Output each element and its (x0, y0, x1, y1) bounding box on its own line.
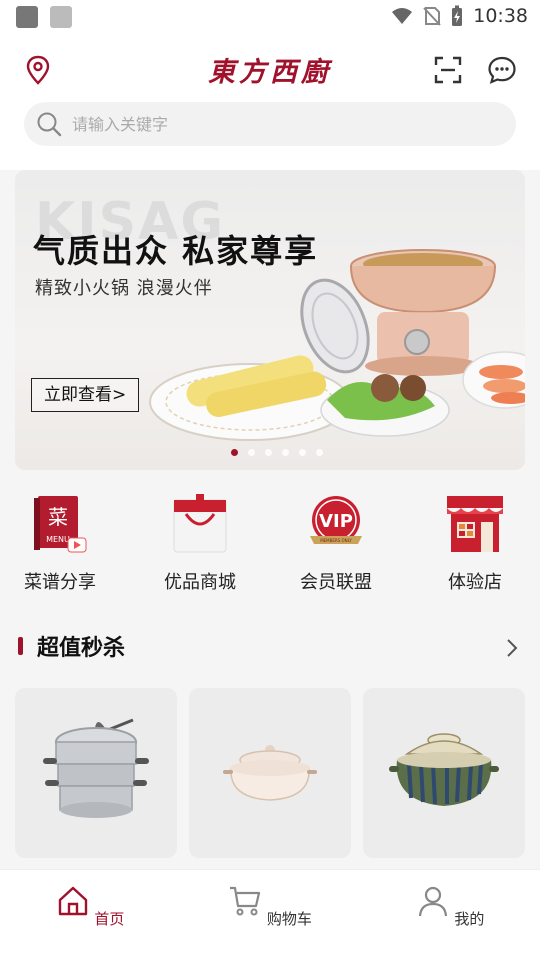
carousel-dot[interactable] (316, 449, 323, 456)
tab-profile[interactable]: 我的 (390, 884, 510, 929)
ceramic-pot-image (223, 745, 317, 801)
product-card[interactable] (189, 688, 351, 858)
category-shortcuts: 菜 MENU 菜谱分享 优品商城 VIP MEMBERS ONLY 会员联盟 体… (0, 470, 540, 610)
promo-banner[interactable]: KISAG 气质出众 私家尊享 精致小火锅 浪漫火伴 立即查看> (15, 170, 525, 470)
store-icon (447, 496, 503, 552)
bottom-tab-bar: 首页 购物车 我的 (0, 870, 540, 960)
vip-badge-icon: VIP MEMBERS ONLY (310, 496, 362, 544)
category-experience-store[interactable]: 体验店 (415, 492, 535, 594)
sd-card-notification-icon (50, 6, 72, 28)
product-card[interactable] (15, 688, 177, 858)
category-label: 会员联盟 (300, 572, 372, 593)
tab-home[interactable]: 首页 (30, 884, 150, 929)
carousel-dot[interactable] (282, 449, 289, 456)
status-bar: 10:38 (0, 0, 540, 36)
home-icon (58, 886, 87, 916)
search-icon (37, 112, 62, 137)
recipe-book-icon: 菜 MENU (34, 496, 87, 553)
tab-label: 首页 (94, 910, 125, 928)
carousel-dot[interactable] (248, 449, 255, 456)
category-label: 菜谱分享 (24, 572, 96, 593)
gallery-notification-icon (16, 6, 38, 28)
search-bar[interactable] (24, 102, 516, 146)
message-icon[interactable] (486, 54, 518, 86)
view-now-button[interactable]: 立即查看> (31, 378, 140, 412)
section-accent-bar (18, 637, 23, 655)
carousel-dot[interactable] (265, 449, 272, 456)
tab-label: 购物车 (266, 910, 312, 928)
category-recipe-share[interactable]: 菜 MENU 菜谱分享 (0, 492, 120, 594)
category-label: 优品商城 (164, 572, 236, 593)
wifi-icon (392, 8, 413, 24)
battery-charging-icon (452, 5, 463, 26)
category-premium-mall[interactable]: 优品商城 (140, 492, 260, 594)
chevron-right-icon[interactable] (504, 636, 520, 660)
svg-text:菜: 菜 (48, 505, 68, 529)
banner-hotpot-image (149, 249, 525, 441)
user-icon (418, 886, 447, 917)
svg-text:MENU: MENU (46, 535, 70, 544)
no-sim-icon (423, 7, 441, 26)
category-label: 体验店 (448, 572, 502, 593)
steamer-pot-image (43, 718, 149, 818)
flash-sale-header: 超值秒杀 (18, 630, 125, 662)
shopping-bag-icon (173, 494, 227, 553)
notification-icons (16, 6, 72, 28)
carousel-dots[interactable] (15, 449, 525, 456)
product-card[interactable] (363, 688, 525, 858)
tab-cart[interactable]: 购物车 (210, 884, 330, 929)
carousel-dot[interactable] (299, 449, 306, 456)
flash-sale-title: 超值秒杀 (37, 636, 126, 661)
cart-icon (230, 886, 261, 916)
tab-label: 我的 (454, 910, 485, 928)
app-header: 東方西廚 (0, 36, 540, 170)
clay-pot-image (389, 733, 499, 806)
svg-text:MEMBERS ONLY: MEMBERS ONLY (320, 538, 352, 543)
category-member-alliance[interactable]: VIP MEMBERS ONLY 会员联盟 (276, 492, 396, 594)
search-input[interactable] (70, 113, 474, 135)
system-icons: 10:38 (391, 5, 528, 27)
svg-text:VIP: VIP (319, 511, 353, 532)
clock-time: 10:38 (473, 5, 528, 27)
scan-icon[interactable] (432, 54, 464, 86)
carousel-dot[interactable] (231, 449, 238, 456)
